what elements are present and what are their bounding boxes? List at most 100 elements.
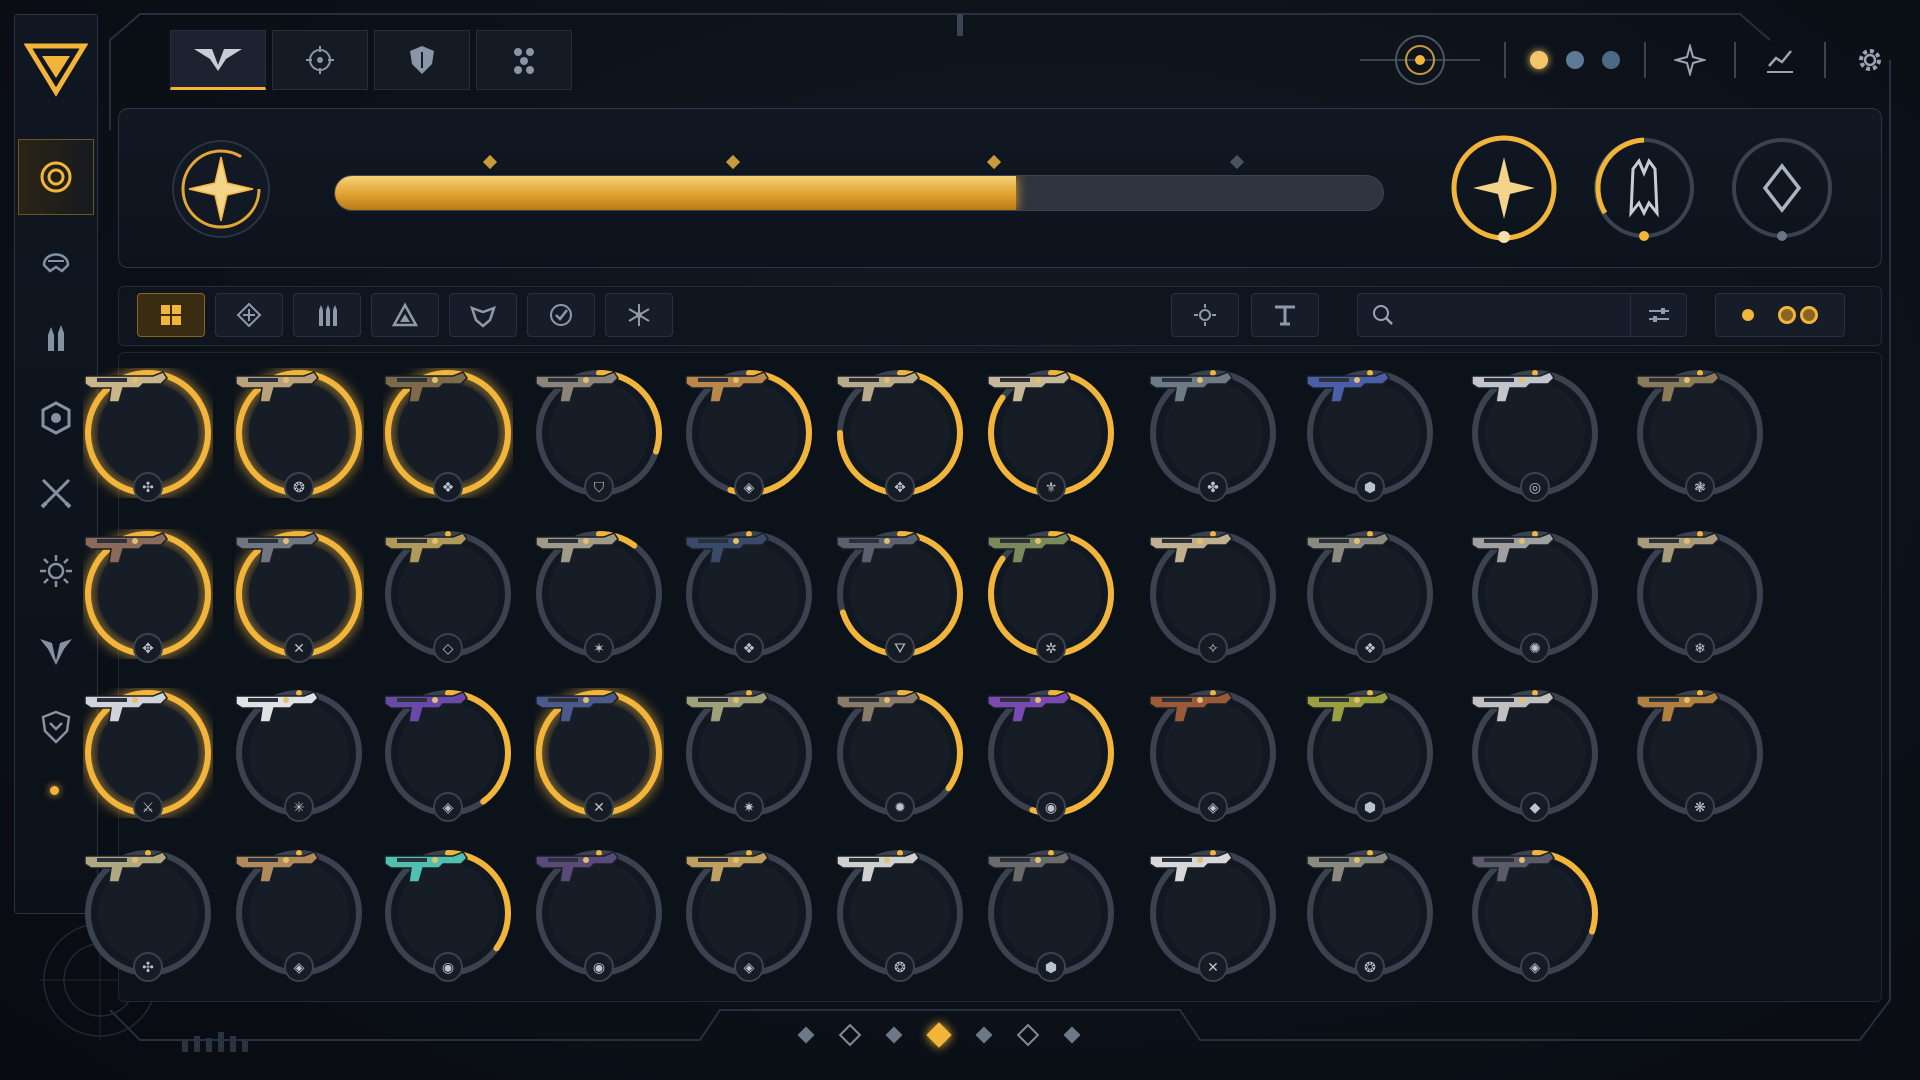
weapon-slot[interactable]: ✹ — [835, 688, 965, 822]
weapon-perk-badge: ✶ — [584, 633, 614, 663]
weapon-slot[interactable]: ✕ — [1148, 848, 1278, 982]
page-dot[interactable] — [975, 1026, 993, 1044]
weapon-perk-badge: ✕ — [1198, 952, 1228, 982]
weapon-slot[interactable]: ❂ — [234, 368, 364, 502]
weapon-slot[interactable]: ◉ — [383, 848, 513, 982]
perk-glyph: ✕ — [293, 640, 305, 656]
perk-glyph: ✥ — [894, 479, 906, 495]
weapon-slot[interactable]: ◇ — [383, 529, 513, 663]
perk-glyph: ❂ — [1364, 959, 1376, 975]
weapon-slot[interactable]: ⚔ — [83, 688, 213, 822]
tab-mods[interactable] — [476, 30, 572, 90]
page-dot[interactable] — [1063, 1026, 1081, 1044]
perk-glyph: ⬢ — [1363, 479, 1377, 495]
filter-button-6[interactable] — [527, 293, 595, 337]
radar-button[interactable] — [1360, 35, 1480, 85]
weapon-icon — [1636, 532, 1720, 564]
weapon-slot[interactable]: ✷ — [684, 688, 814, 822]
toolbar-separator — [1504, 42, 1506, 78]
weapon-slot[interactable]: ◈ — [684, 368, 814, 502]
perk-glyph: ✕ — [593, 799, 605, 815]
filter-button-2[interactable] — [215, 293, 283, 337]
rank-badge-1[interactable] — [1449, 133, 1559, 243]
weapon-slot[interactable]: ❖ — [684, 529, 814, 663]
weapon-slot[interactable]: ◈ — [684, 848, 814, 982]
crest-icon — [470, 305, 496, 328]
filter-funnel-button[interactable] — [1251, 293, 1319, 337]
weapon-slot[interactable]: ✲ — [986, 529, 1116, 663]
weapon-slot[interactable]: ✣ — [83, 848, 213, 982]
filter-button-3[interactable] — [293, 293, 361, 337]
progress-milestone — [1229, 154, 1245, 170]
weapon-slot[interactable]: ✕ — [234, 529, 364, 663]
rail-item-1[interactable] — [18, 139, 94, 215]
weapon-icon — [1471, 691, 1555, 723]
weapon-slot[interactable]: ❖ — [1305, 529, 1435, 663]
tab-armor[interactable] — [374, 30, 470, 90]
xp-progress-bar — [334, 175, 1384, 211]
rank-badge-2[interactable] — [1589, 133, 1699, 243]
sort-button[interactable] — [1171, 293, 1239, 337]
weapon-slot[interactable]: ❄ — [1635, 529, 1765, 663]
crosshair-icon — [306, 46, 334, 74]
weapon-perk-badge: ◈ — [734, 952, 764, 982]
weapon-slot[interactable]: ✶ — [534, 529, 664, 663]
weapon-slot[interactable]: ❖ — [383, 368, 513, 502]
weapon-slot[interactable]: ◉ — [986, 688, 1116, 822]
filter-button-4[interactable] — [371, 293, 439, 337]
weapon-slot[interactable]: ✤ — [1148, 368, 1278, 502]
perk-glyph: ◈ — [1207, 799, 1219, 815]
game-logo[interactable] — [16, 18, 96, 118]
weapon-slot[interactable]: ❂ — [1305, 848, 1435, 982]
weapon-slot[interactable]: ✺ — [1470, 529, 1600, 663]
view-toggle[interactable] — [1715, 293, 1845, 337]
page-dot[interactable] — [926, 1022, 952, 1048]
page-dot[interactable] — [885, 1026, 903, 1044]
filter-button-5[interactable] — [449, 293, 517, 337]
weapon-perk-badge: ✺ — [1520, 633, 1550, 663]
weapon-slot[interactable]: ✥ — [835, 368, 965, 502]
weapon-perk-badge: ⚔ — [133, 792, 163, 822]
weapon-slot[interactable]: ❃ — [1635, 368, 1765, 502]
weapon-slot[interactable]: ⛉ — [534, 368, 664, 502]
page-dot[interactable] — [1016, 1023, 1040, 1047]
filter-button-1[interactable] — [137, 293, 205, 337]
weapon-slot[interactable]: ◈ — [1148, 688, 1278, 822]
tab-loadout[interactable] — [170, 30, 266, 90]
weapon-slot[interactable]: ⚜ — [986, 368, 1116, 502]
weapon-slot[interactable]: ◆ — [1470, 688, 1600, 822]
settings-button[interactable] — [1850, 40, 1890, 80]
weapon-slot[interactable]: ⛛ — [835, 529, 965, 663]
tab-targets[interactable] — [272, 30, 368, 90]
weapon-slot[interactable]: ⬢ — [1305, 688, 1435, 822]
weapon-slot[interactable]: ◈ — [1470, 848, 1600, 982]
weapon-slot[interactable]: ◈ — [383, 688, 513, 822]
stats-button[interactable] — [1760, 40, 1800, 80]
favorites-button[interactable] — [1670, 40, 1710, 80]
weapon-slot[interactable]: ⬢ — [986, 848, 1116, 982]
toggle-pair[interactable] — [1778, 306, 1818, 324]
filter-button-7[interactable] — [605, 293, 673, 337]
search-box[interactable] — [1357, 293, 1687, 337]
search-options-button[interactable] — [1630, 294, 1686, 336]
perk-glyph: ◉ — [592, 959, 606, 975]
weapon-slot[interactable]: ✥ — [83, 529, 213, 663]
weapon-slot[interactable]: ✧ — [1148, 529, 1278, 663]
rail-item-2[interactable] — [18, 221, 94, 297]
weapon-slot[interactable]: ✳ — [234, 688, 364, 822]
toggle-dot[interactable] — [1742, 309, 1754, 321]
weapon-slot[interactable]: ✕ — [534, 688, 664, 822]
rank-badge-3[interactable] — [1727, 133, 1837, 243]
weapon-slot[interactable]: ❋ — [1635, 688, 1765, 822]
weapon-slot[interactable]: ◉ — [534, 848, 664, 982]
page-dot[interactable] — [838, 1023, 862, 1047]
weapon-slot[interactable]: ◎ — [1470, 368, 1600, 502]
page-dot[interactable] — [797, 1026, 815, 1044]
search-input[interactable] — [1404, 306, 1614, 324]
rail-item-3[interactable] — [18, 301, 94, 377]
weapon-slot[interactable]: ⬢ — [1305, 368, 1435, 502]
weapon-slot[interactable]: ◈ — [234, 848, 364, 982]
weapon-slot[interactable]: ❂ — [835, 848, 965, 982]
weapon-perk-badge: ⛉ — [584, 472, 614, 502]
weapon-slot[interactable]: ✣ — [83, 368, 213, 502]
